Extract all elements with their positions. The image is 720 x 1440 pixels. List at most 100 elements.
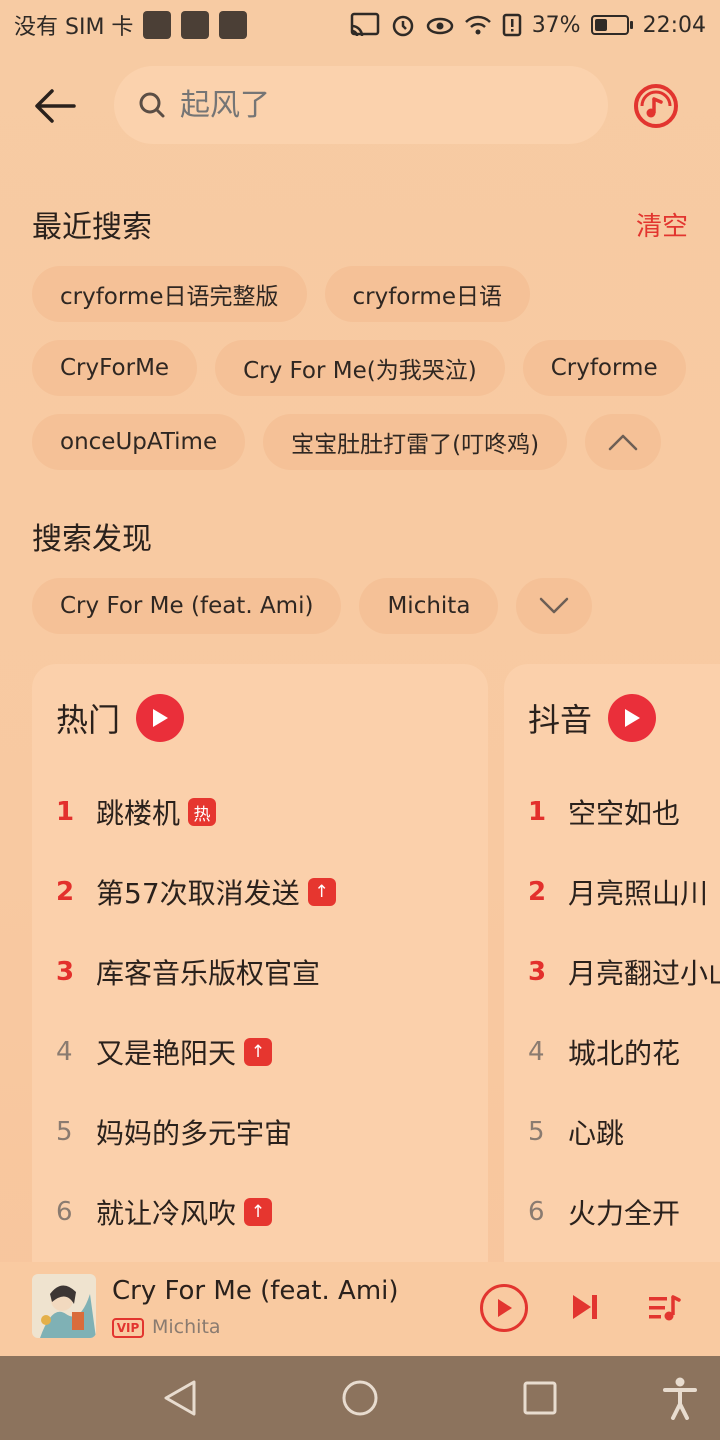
hot-chart-card[interactable]: 热门 1 跳楼机 热 2 第57次取消发送 ↑ 3 库客音乐版权官宣 4 又是艳… [32,664,488,1284]
recent-search-title: 最近搜索 [32,210,152,245]
now-playing-title: Cry For Me (feat. Ami) [112,1276,399,1306]
back-button[interactable] [30,80,82,132]
playlist-button[interactable] [646,1290,682,1326]
status-bar: 没有 SIM 卡 37% 22:04 [0,0,720,50]
notification-icon [143,11,172,39]
music-recognition-button[interactable] [632,82,680,130]
rank-number: 5 [528,1117,545,1147]
expand-button[interactable] [516,578,593,634]
rank-title: 就让冷风吹 [96,1197,237,1230]
rank-item[interactable]: 6 火力全开 [528,1172,720,1252]
discover-chips: Cry For Me (feat. Ami) Michita [32,578,692,652]
mini-player[interactable]: Cry For Me (feat. Ami) VIP Michita [0,1262,720,1356]
rank-number: 6 [528,1197,545,1227]
search-input[interactable] [180,87,560,123]
rank-title: 第57次取消发送 [96,877,300,910]
play-icon [625,709,641,727]
rank-list: 1 跳楼机 热 2 第57次取消发送 ↑ 3 库客音乐版权官宣 4 又是艳阳天 … [56,772,336,1252]
nav-recents-button[interactable] [516,1374,564,1422]
rank-number: 2 [528,877,547,907]
discover-chip[interactable]: Michita [359,578,499,634]
search-bar[interactable] [114,66,608,144]
rank-item[interactable]: 5 心跳 [528,1092,720,1172]
nav-home-button[interactable] [336,1374,384,1422]
notification-icon [219,11,248,39]
card-title: 抖音 [528,701,593,739]
album-cover-image [32,1274,96,1338]
search-icon [139,92,165,118]
rank-number: 3 [528,957,547,987]
clear-history-button[interactable]: 清空 [636,206,688,243]
playlist-icon [649,1295,681,1321]
system-nav-bar [0,1356,720,1440]
rank-number: 2 [56,877,75,907]
next-track-button[interactable] [568,1290,602,1324]
carrier-text: 没有 SIM 卡 [14,15,134,40]
hot-badge: 热 [188,798,217,826]
rank-number: 4 [56,1037,73,1067]
rank-title: 火力全开 [568,1197,681,1230]
rank-title: 跳楼机 [96,797,181,830]
recent-search-chip[interactable]: cryforme日语完整版 [32,266,307,322]
rank-number: 1 [528,797,547,827]
card-title: 热门 [56,701,121,739]
rank-item[interactable]: 1 跳楼机 热 [56,772,336,852]
cast-icon [350,12,380,38]
accessibility-button[interactable] [656,1374,704,1422]
search-header [0,66,720,144]
rank-item[interactable]: 6 就让冷风吹 ↑ [56,1172,336,1252]
music-recognition-icon [634,84,678,128]
chevron-down-icon [540,597,569,614]
rank-title: 月亮翻过小山 [568,957,720,990]
play-chart-button[interactable] [608,694,657,742]
search-page: 没有 SIM 卡 37% 22:04 起风了 最近搜索 清空 cryforme日… [0,0,720,1440]
rank-title: 又是艳阳天 [96,1037,237,1070]
album-art[interactable] [32,1274,96,1338]
rank-title: 城北的花 [568,1037,681,1070]
douyin-chart-card[interactable]: 抖音 1 空空如也 2 月亮照山川 3 月亮翻过小山 4 城北的花 5 心跳 6… [504,664,720,1284]
rank-item[interactable]: 4 又是艳阳天 ↑ [56,1012,336,1092]
play-icon [153,709,169,727]
rank-item[interactable]: 3 库客音乐版权官宣 [56,932,336,1012]
rank-item[interactable]: 5 妈妈的多元宇宙 [56,1092,336,1172]
recent-search-chip[interactable]: Cry For Me(为我哭泣) [215,340,505,396]
now-playing-artist: Michita [152,1316,221,1338]
skip-next-icon [573,1295,597,1319]
rank-number: 6 [56,1197,73,1227]
rank-title: 空空如也 [568,797,681,830]
battery-percent: 37% [531,12,581,38]
discover-chip[interactable]: Cry For Me (feat. Ami) [32,578,342,634]
play-pause-button[interactable] [480,1284,528,1332]
play-icon [498,1299,512,1317]
rank-item[interactable]: 2 第57次取消发送 ↑ [56,852,336,932]
back-arrow-icon [35,89,76,123]
rank-title: 库客音乐版权官宣 [96,957,321,990]
recent-search-chip[interactable]: 宝宝肚肚打雷了(叮咚鸡) [263,414,568,470]
nav-back-button[interactable] [156,1374,204,1422]
alarm-icon [390,12,416,38]
recent-search-chip[interactable]: CryForMe [32,340,198,396]
rank-title: 月亮照山川 [568,877,709,910]
rising-badge: ↑ [244,1198,273,1226]
battery-saver-icon [502,13,522,37]
play-chart-button[interactable] [136,694,185,742]
vip-badge: VIP [112,1318,144,1338]
rising-badge: ↑ [244,1038,273,1066]
rank-title: 妈妈的多元宇宙 [96,1117,293,1150]
recent-search-chip[interactable]: Cryforme [522,340,686,396]
rank-number: 1 [56,797,75,827]
recent-search-chips: cryforme日语完整版 cryforme日语 CryForMe Cry Fo… [32,266,692,488]
chevron-up-icon [608,434,638,451]
collapse-button[interactable] [585,414,662,470]
rank-item[interactable]: 3 月亮翻过小山 [528,932,720,1012]
triangle-back-icon [164,1380,196,1416]
rank-item[interactable]: 1 空空如也 [528,772,720,852]
recent-search-chip[interactable]: onceUpATime [32,414,246,470]
rank-number: 3 [56,957,75,987]
rank-item[interactable]: 2 月亮照山川 [528,852,720,932]
circle-home-icon [342,1380,378,1416]
recent-search-chip[interactable]: cryforme日语 [324,266,530,322]
eye-icon [426,14,454,36]
wifi-icon [464,14,492,36]
rank-item[interactable]: 4 城北的花 [528,1012,720,1092]
